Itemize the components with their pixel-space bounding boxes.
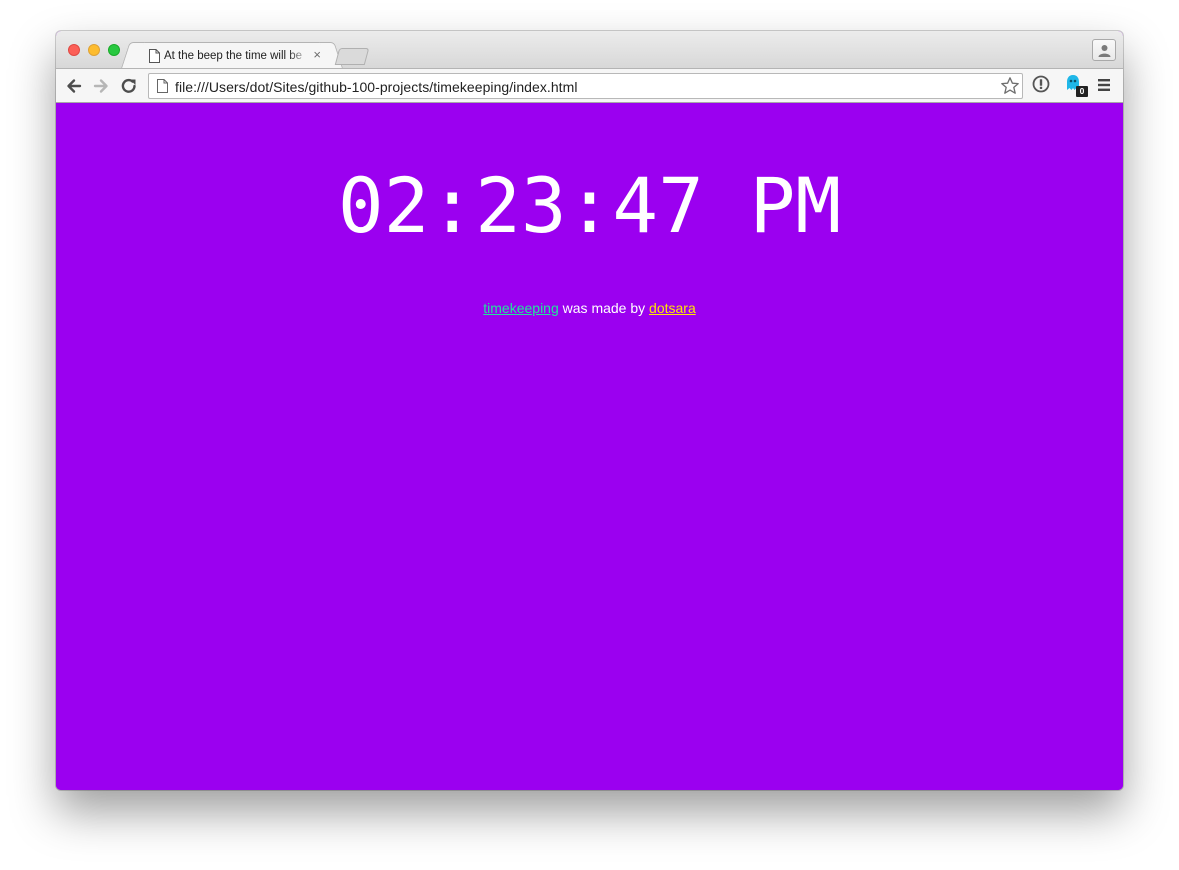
menu-icon[interactable] — [1097, 78, 1111, 97]
ghost-extension-icon[interactable]: 0 — [1064, 73, 1088, 97]
profile-icon — [1098, 45, 1111, 57]
tab-close-icon[interactable]: × — [313, 47, 321, 62]
address-bar[interactable]: file:///Users/dot/Sites/github-100-proje… — [148, 73, 1023, 99]
tab-title: At the beep the time will be — [164, 50, 303, 62]
minimize-window-button[interactable] — [88, 44, 100, 56]
profile-button[interactable] — [1092, 39, 1116, 61]
page-icon — [149, 49, 160, 63]
url-text[interactable]: file:///Users/dot/Sites/github-100-proje… — [175, 79, 578, 95]
project-link[interactable]: timekeeping — [483, 300, 559, 316]
info-icon[interactable] — [1032, 75, 1050, 98]
title-bar: At the beep the time will be × — [56, 31, 1123, 69]
browser-toolbar: file:///Users/dot/Sites/github-100-proje… — [56, 68, 1123, 103]
close-window-button[interactable] — [68, 44, 80, 56]
page-viewport: 02:23:47 PM timekeeping was made by dots… — [56, 103, 1123, 790]
browser-tab[interactable]: At the beep the time will be × — [132, 42, 332, 69]
credit-text: was made by — [558, 300, 650, 316]
page-icon — [157, 79, 168, 98]
zoom-window-button[interactable] — [108, 44, 120, 56]
clock-display: 02:23:47 PM — [337, 161, 842, 250]
forward-icon[interactable] — [91, 76, 111, 96]
credit-line: timekeeping was made by dotsara — [56, 300, 1123, 316]
author-link[interactable]: dotsara — [649, 300, 696, 316]
back-icon[interactable] — [64, 76, 84, 96]
reload-icon[interactable] — [119, 76, 139, 96]
browser-window: At the beep the time will be × file:///U… — [56, 31, 1123, 790]
new-tab-button[interactable] — [334, 48, 370, 65]
star-icon[interactable] — [1000, 76, 1020, 101]
extension-badge: 0 — [1076, 86, 1088, 97]
